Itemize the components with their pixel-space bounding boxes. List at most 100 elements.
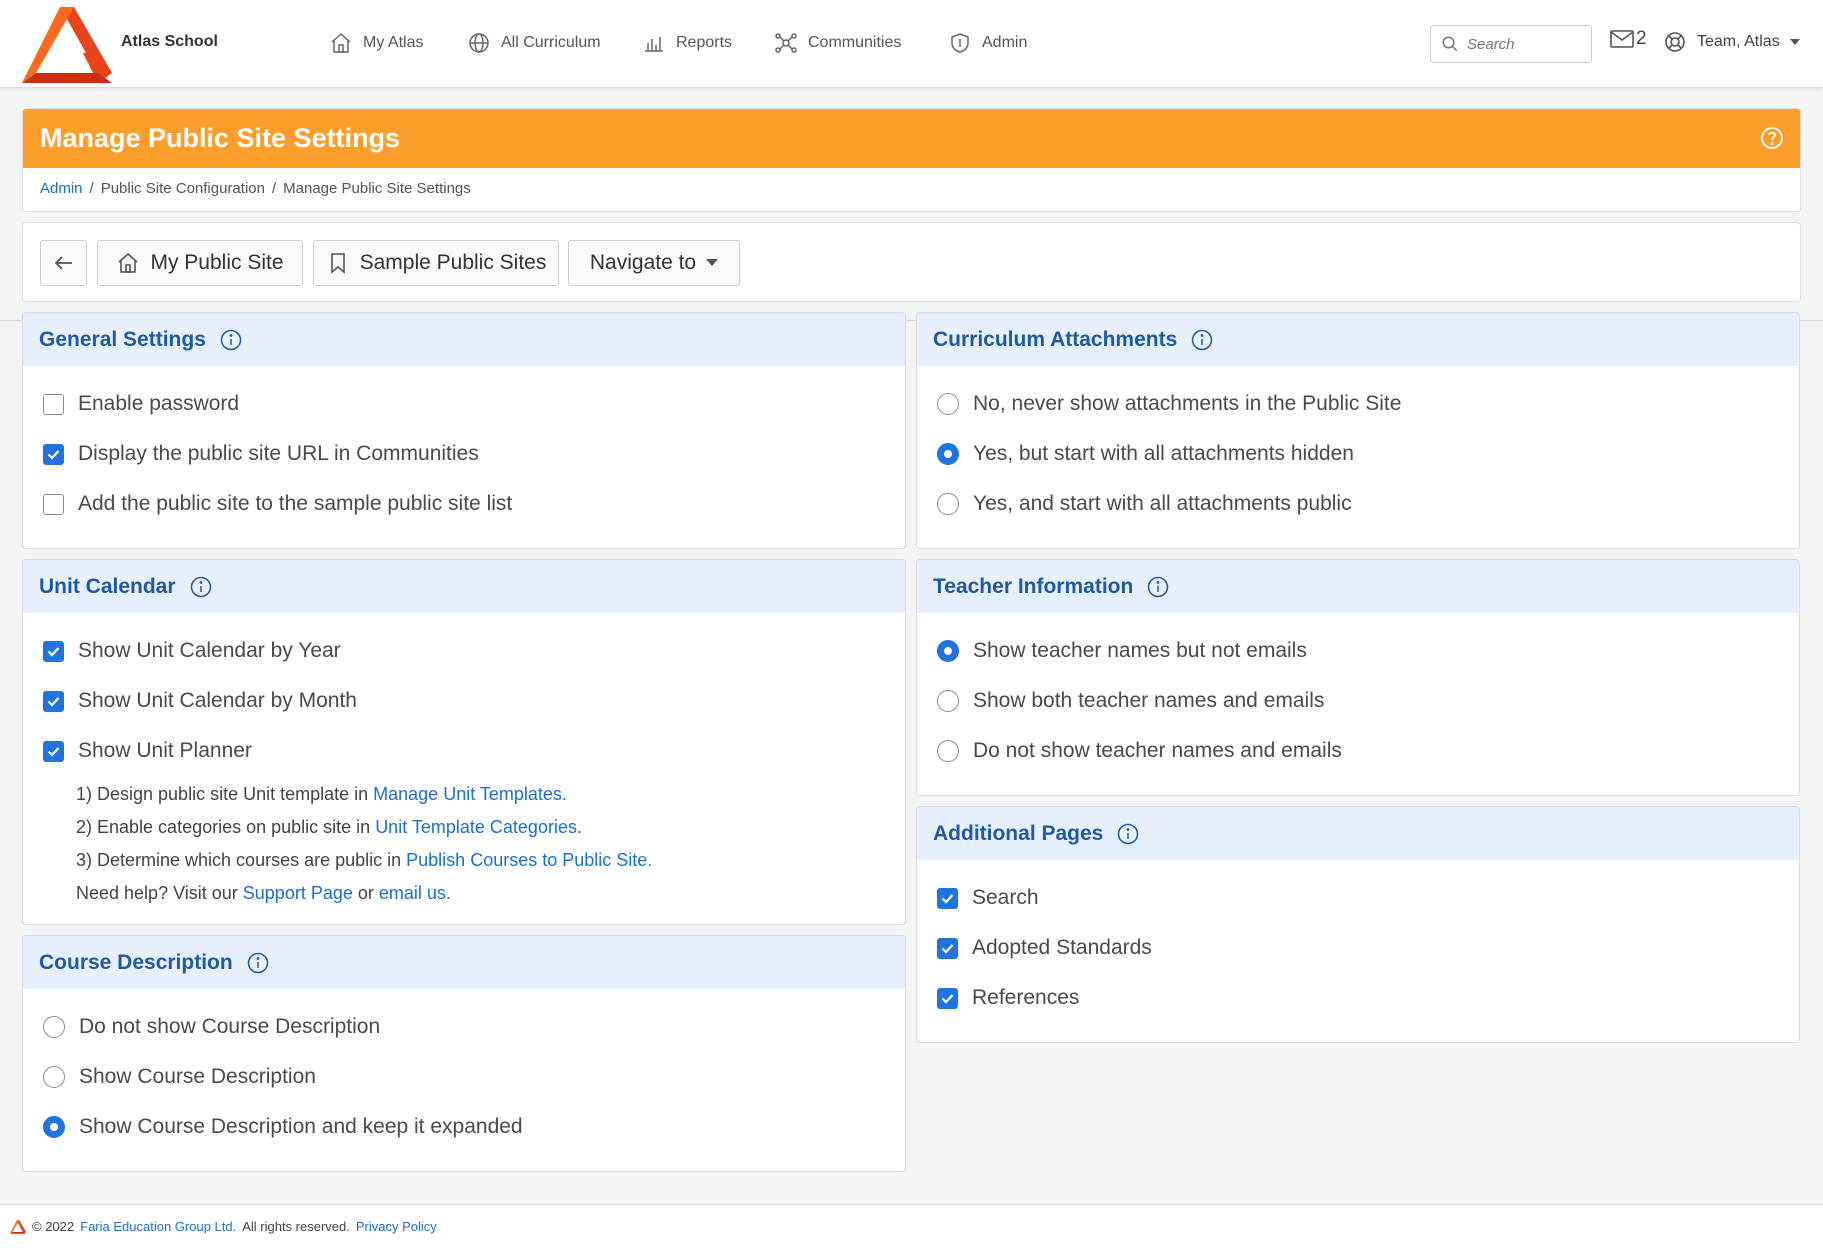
hide-teacher-info-option[interactable]: Do not show teacher names and emails [937,739,1342,763]
add-to-sample-list-option[interactable]: Add the public site to the sample public… [43,492,512,516]
curriculum-attachments-card: Curriculum Attachments No, never show at… [916,312,1800,549]
atlas-logo-small [10,1219,26,1234]
teacher-information-header: Teacher Information [917,560,1799,613]
breadcrumb-admin[interactable]: Admin [40,180,83,197]
info-icon[interactable] [1117,823,1139,845]
info-icon[interactable] [1191,329,1213,351]
caret-down-icon [706,259,719,266]
names-no-emails-radio[interactable] [937,640,959,662]
search-input[interactable] [1467,35,1577,53]
info-icon[interactable] [190,576,212,598]
calendar-by-month-checkbox[interactable] [43,690,64,712]
names-and-emails-option[interactable]: Show both teacher names and emails [937,689,1324,713]
my-public-site-button[interactable]: My Public Site [97,240,303,286]
user-menu[interactable]: Team, Atlas [1663,30,1800,54]
attachments-hidden-radio[interactable] [937,443,959,465]
info-icon[interactable] [247,952,269,974]
adopted-standards-option[interactable]: Adopted Standards [937,936,1152,960]
help-icon[interactable] [1760,126,1784,150]
nav-reports[interactable]: Reports [642,30,732,56]
navigate-to-dropdown[interactable]: Navigate to [568,240,740,286]
instruction-line: 2) Enable categories on public site in U… [76,817,582,838]
hide-teacher-info-radio[interactable] [937,740,959,762]
mail-icon [1610,30,1634,48]
school-name[interactable]: Atlas School [121,33,218,51]
email-us-link[interactable]: email us. [379,883,451,903]
nav-all-curriculum-label: All Curriculum [501,34,601,51]
hide-description-option[interactable]: Do not show Course Description [43,1015,380,1039]
info-icon[interactable] [1147,576,1169,598]
user-name: Team, Atlas [1697,33,1780,50]
arrow-left-icon [54,256,72,270]
calendar-by-year-option[interactable]: Show Unit Calendar by Year [43,639,341,663]
option-label: Adopted Standards [972,936,1152,959]
atlas-logo[interactable] [22,7,112,83]
show-description-expanded-radio[interactable] [43,1116,65,1138]
company-link[interactable]: Faria Education Group Ltd. [80,1219,236,1234]
nav-my-atlas[interactable]: My Atlas [329,30,423,56]
network-icon [775,33,797,53]
nav-admin[interactable]: Admin [948,30,1027,56]
manage-unit-templates-link[interactable]: Manage Unit Templates. [373,784,567,804]
attachments-never-radio[interactable] [937,393,959,415]
toolbar: My Public Site Sample Public Sites Navig… [22,222,1801,302]
checkmark-icon [941,993,954,1004]
names-and-emails-radio[interactable] [937,690,959,712]
names-no-emails-option[interactable]: Show teacher names but not emails [937,639,1307,663]
attachments-public-option[interactable]: Yes, and start with all attachments publ… [937,492,1352,516]
enable-password-checkbox[interactable] [43,393,64,415]
support-page-link[interactable]: Support Page [243,883,353,903]
add-to-sample-list-checkbox[interactable] [43,493,64,515]
help-line: Need help? Visit our Support Page or ema… [76,883,451,904]
attachments-never-option[interactable]: No, never show attachments in the Public… [937,392,1401,416]
unit-planner-checkbox[interactable] [43,740,64,762]
nav-all-curriculum[interactable]: All Curriculum [467,30,601,56]
checkmark-icon [47,449,60,460]
search-page-checkbox[interactable] [937,887,958,909]
references-checkbox[interactable] [937,987,958,1009]
unit-calendar-header: Unit Calendar [23,560,905,613]
nav-reports-label: Reports [676,34,733,51]
option-label: Do not show Course Description [79,1015,381,1038]
search-box[interactable] [1430,25,1592,63]
publish-courses-link[interactable]: Publish Courses to Public Site. [406,850,652,870]
teacher-information-title: Teacher Information [933,574,1134,598]
references-option[interactable]: References [937,986,1079,1010]
show-description-radio[interactable] [43,1066,65,1088]
lifebuoy-icon [1665,32,1685,52]
sample-public-sites-label: Sample Public Sites [359,251,547,274]
messages-button[interactable]: 2 [1610,28,1647,50]
option-label: Show Course Description and keep it expa… [79,1115,523,1138]
sample-public-sites-button[interactable]: Sample Public Sites [313,240,559,286]
info-icon[interactable] [220,329,242,351]
show-description-option[interactable]: Show Course Description [43,1065,316,1089]
calendar-by-year-checkbox[interactable] [43,640,64,662]
attachments-hidden-option[interactable]: Yes, but start with all attachments hidd… [937,442,1354,466]
unit-planner-option[interactable]: Show Unit Planner [43,739,252,763]
breadcrumb-separator: / [89,180,94,197]
course-description-card: Course Description Do not show Course De… [22,935,906,1172]
adopted-standards-checkbox[interactable] [937,937,958,959]
unit-calendar-card: Unit Calendar Show Unit Calendar by Year… [22,559,906,925]
option-label: Show Unit Calendar by Year [78,639,341,662]
hide-description-radio[interactable] [43,1016,65,1038]
page-header-panel: Manage Public Site Settings Admin / Publ… [22,108,1801,212]
privacy-policy-link[interactable]: Privacy Policy [356,1219,437,1234]
calendar-by-month-option[interactable]: Show Unit Calendar by Month [43,689,357,713]
back-button[interactable] [40,240,87,286]
option-label: No, never show attachments in the Public… [973,392,1402,415]
display-url-option[interactable]: Display the public site URL in Communiti… [43,442,479,466]
additional-pages-header: Additional Pages [917,807,1799,860]
unit-template-categories-link[interactable]: Unit Template Categories. [375,817,582,837]
show-description-expanded-option[interactable]: Show Course Description and keep it expa… [43,1115,523,1139]
option-label: Yes, and start with all attachments publ… [973,492,1352,515]
display-url-checkbox[interactable] [43,443,64,465]
option-label: Do not show teacher names and emails [973,739,1342,762]
help-text: or [352,883,379,903]
nav-communities[interactable]: Communities [774,30,901,56]
option-label: References [972,986,1080,1009]
enable-password-option[interactable]: Enable password [43,392,239,416]
attachments-public-radio[interactable] [937,493,959,515]
instruction-line: 1) Design public site Unit template in M… [76,784,567,805]
search-page-option[interactable]: Search [937,886,1039,910]
